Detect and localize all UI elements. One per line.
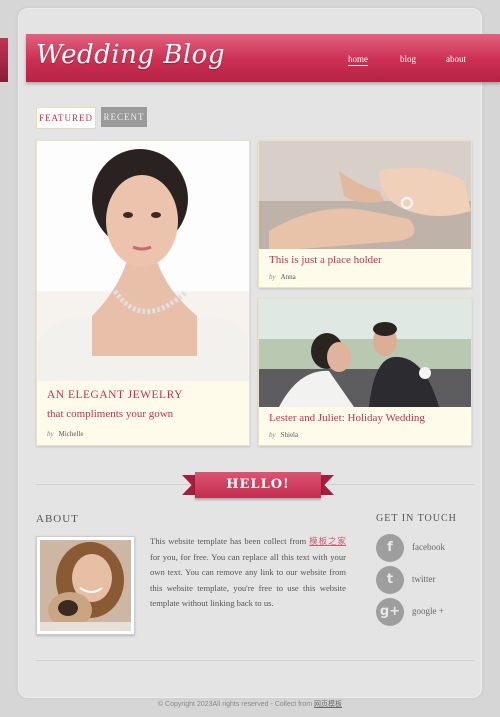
about-text: This website template has been collect f… (150, 534, 346, 612)
post-subtitle[interactable]: that compliments your gown (47, 408, 173, 420)
woman-with-dog-photo (40, 540, 131, 631)
social-label[interactable]: facebook (412, 542, 445, 552)
about-heading: ABOUT (36, 513, 79, 525)
twitter-icon[interactable]: t (376, 566, 404, 594)
about-text-end: for you, for free. You can replace all t… (150, 551, 346, 609)
site-logo[interactable]: Wedding Blog (36, 40, 225, 76)
post-card-placeholder[interactable]: This is just a place holder by Anna (258, 140, 472, 288)
post-card-jewelry[interactable]: AN ELEGANT JEWELRY that compliments your… (36, 140, 250, 446)
ribbon-fold (0, 38, 8, 82)
post-byline: by Michelle (47, 430, 84, 438)
bride-photo[interactable] (37, 141, 249, 381)
hello-banner: HELLO! (195, 472, 321, 498)
tab-recent[interactable]: RECENT (101, 107, 147, 127)
social-label[interactable]: google + (412, 606, 444, 616)
couple-photo[interactable] (259, 299, 471, 407)
post-author[interactable]: Michelle (59, 430, 84, 438)
by-label: by (47, 430, 54, 438)
post-title[interactable]: This is just a place holder (269, 254, 382, 266)
footer: © Copyright 2023All rights reserved - Co… (0, 699, 500, 709)
footer-link[interactable]: 网页模板 (314, 701, 342, 708)
about-source-link[interactable]: 模板之家 (309, 536, 346, 546)
rings-photo[interactable] (259, 141, 471, 249)
tab-featured[interactable]: FEATURED (36, 107, 96, 129)
social-label[interactable]: twitter (412, 574, 436, 584)
post-title[interactable]: Lester and Juliet: Holiday Wedding (269, 412, 425, 424)
by-label: by (269, 431, 276, 439)
footer-divider (36, 660, 474, 661)
nav-about[interactable]: about (446, 54, 466, 64)
post-author[interactable]: Shiela (281, 431, 299, 439)
post-byline: by Shiela (269, 431, 298, 439)
copyright-text: © Copyright 2023All rights reserved - Co… (157, 701, 315, 708)
about-photo-frame (36, 536, 135, 635)
nav-blog[interactable]: blog (400, 54, 416, 64)
by-label: by (269, 273, 276, 281)
post-title[interactable]: AN ELEGANT JEWELRY (47, 389, 183, 401)
nav-home[interactable]: home (348, 54, 368, 66)
post-byline: by Anna (269, 273, 296, 281)
about-text-start: This website template has been collect f… (150, 536, 310, 546)
facebook-icon[interactable]: f (376, 534, 404, 562)
post-author[interactable]: Anna (281, 273, 296, 281)
contact-heading: GET IN TOUCH (376, 513, 457, 524)
googleplus-icon[interactable]: g+ (376, 598, 404, 626)
post-card-holiday[interactable]: Lester and Juliet: Holiday Wedding by Shi… (258, 298, 472, 446)
header-ribbon: Wedding Blog home blog about (26, 34, 500, 82)
